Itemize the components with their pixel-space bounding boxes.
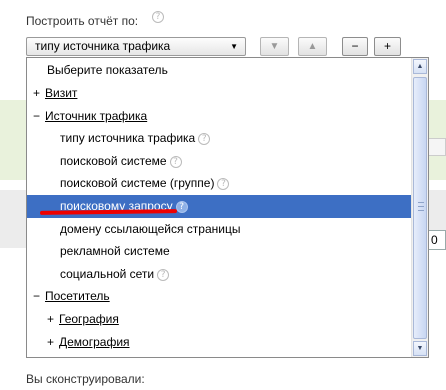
list-item-label: социальной сети — [60, 266, 155, 281]
scroll-up-icon[interactable]: ▲ — [413, 59, 427, 74]
collapse-toggle[interactable]: − — [33, 285, 45, 307]
group-demography[interactable]: + Демография — [27, 331, 411, 354]
list-item[interactable]: типу источника трафика? — [27, 127, 411, 150]
dropdown-list: Выберите показатель + Визит − Источник тра… — [27, 58, 411, 358]
constructed-label: Вы сконструировали: — [26, 372, 145, 386]
expand-toggle[interactable]: + — [47, 331, 59, 353]
group-geography[interactable]: + География — [27, 308, 411, 331]
help-icon[interactable]: ? — [198, 133, 211, 146]
help-icon[interactable]: ? — [157, 268, 170, 281]
grip-icon — [418, 202, 424, 211]
move-down-button[interactable]: ▼ — [260, 37, 289, 56]
select-value: типу источника трафика — [35, 39, 171, 53]
group-label: Посетитель — [45, 289, 110, 304]
partial-control[interactable] — [428, 138, 446, 156]
chevron-down-icon: ▼ — [230, 42, 238, 51]
group-label: Демография — [59, 334, 130, 349]
expand-toggle[interactable]: + — [33, 82, 45, 104]
scroll-down-icon[interactable]: ▼ — [413, 341, 427, 356]
dimension-dropdown[interactable]: Выберите показатель + Визит − Источник тра… — [26, 57, 429, 358]
expand-toggle[interactable]: + — [47, 308, 59, 330]
remove-row-button[interactable]: − — [342, 37, 368, 56]
help-icon[interactable]: ? — [152, 11, 164, 23]
list-item-label: типу источника трафика — [60, 131, 196, 146]
collapse-toggle[interactable]: − — [33, 105, 45, 127]
list-item-label: поисковой системе (группе) — [60, 176, 215, 191]
move-up-button[interactable]: ▲ — [298, 37, 327, 56]
list-item[interactable]: домену ссылающейся страницы — [27, 218, 411, 241]
add-row-button[interactable]: + — [374, 37, 401, 56]
expand-toggle[interactable]: + — [47, 353, 59, 357]
group-visit[interactable]: + Визит — [27, 82, 411, 105]
group-label: Источник трафика — [45, 108, 148, 123]
report-dimension-select[interactable]: типу источника трафика ▼ — [26, 37, 246, 56]
list-item-label: рекламной системе — [60, 244, 170, 259]
report-by-label: Построить отчёт по: — [26, 14, 139, 28]
vertical-scrollbar[interactable]: ▲ ▼ — [411, 58, 428, 357]
list-item-placeholder[interactable]: Выберите показатель — [27, 58, 411, 82]
list-item[interactable]: поисковой системе (группе)? — [27, 172, 411, 195]
group-traffic-source[interactable]: − Источник трафика — [27, 105, 411, 128]
help-icon[interactable]: ? — [175, 200, 188, 213]
help-icon[interactable]: ? — [169, 155, 182, 168]
list-item[interactable]: социальной сети? — [27, 263, 411, 286]
list-item[interactable]: рекламной системе — [27, 240, 411, 263]
group-label: География — [59, 311, 119, 326]
group-label: Визит — [45, 86, 78, 100]
list-item-label: домену ссылающейся страницы — [60, 221, 241, 236]
list-item[interactable]: поисковой системе? — [27, 150, 411, 173]
group-label: К — [59, 357, 66, 358]
help-icon[interactable]: ? — [217, 178, 230, 191]
partial-input[interactable]: 0 — [428, 230, 446, 250]
group-partial[interactable]: +К — [27, 353, 411, 358]
list-item-label: Выберите показатель — [47, 63, 168, 77]
list-item-label: поисковой системе — [60, 153, 167, 168]
group-visitor[interactable]: − Посетитель — [27, 285, 411, 308]
scrollbar-thumb[interactable] — [413, 77, 427, 339]
